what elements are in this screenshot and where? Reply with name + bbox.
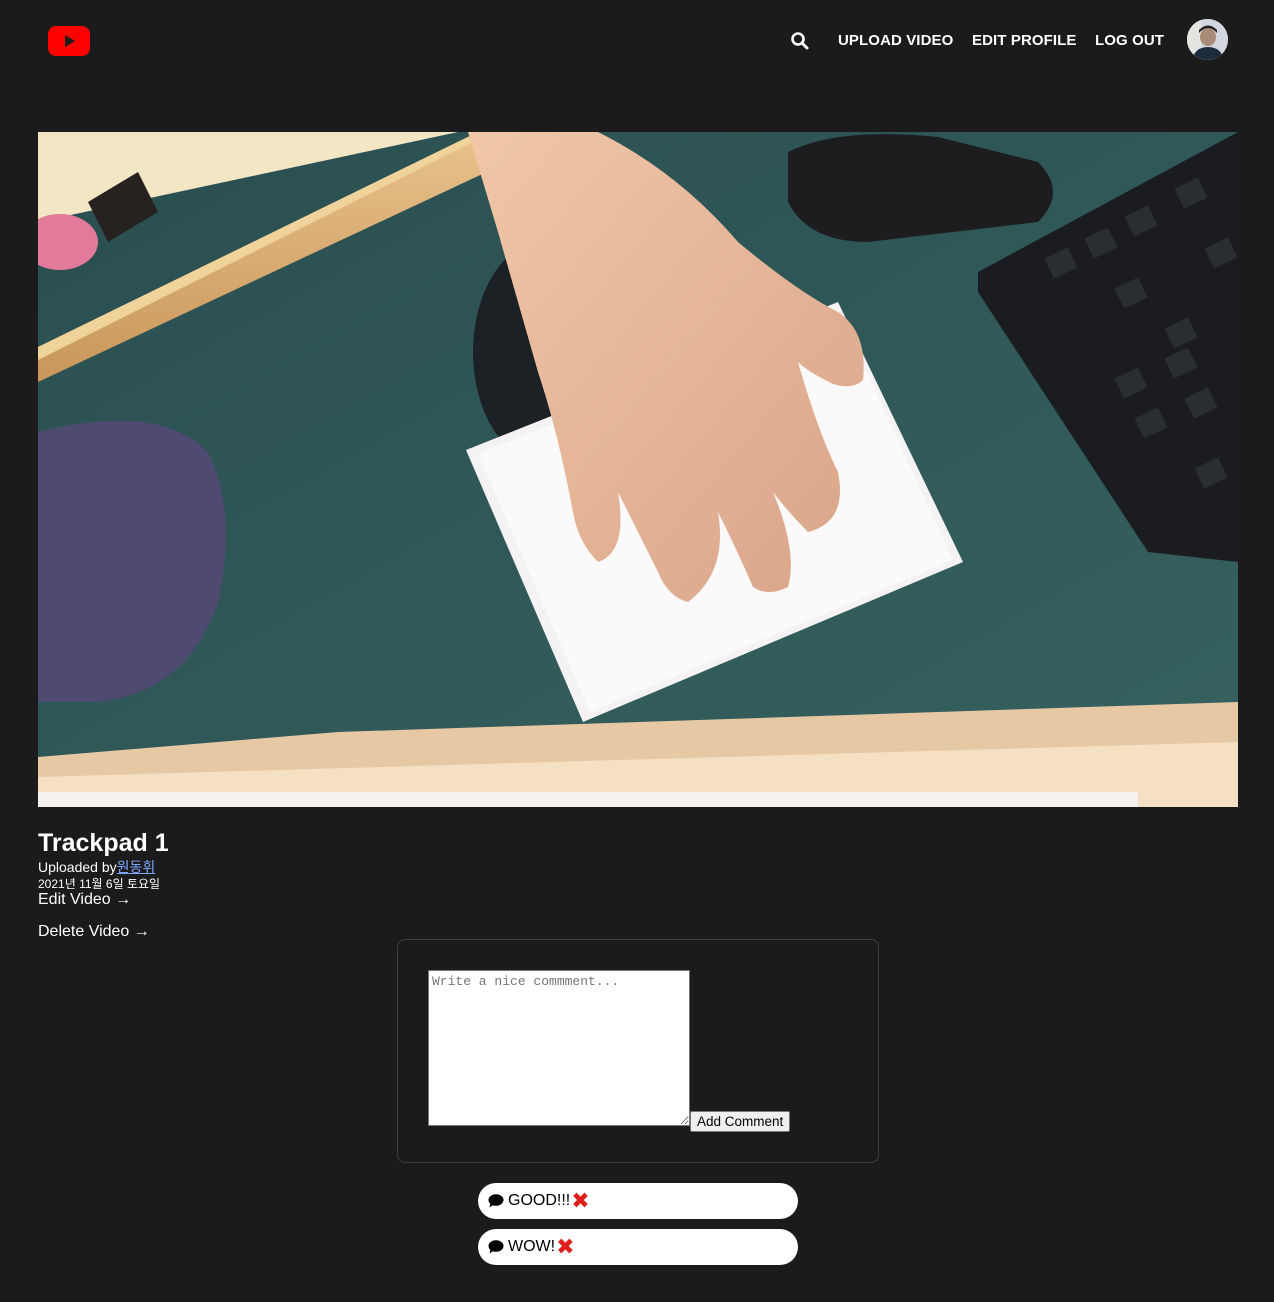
comment-item: GOOD!!! ✖ (478, 1183, 798, 1219)
video-info: Trackpad 1 Uploaded by원동휘 2021년 11월 6일 토… (38, 829, 169, 892)
comment-text: WOW! (508, 1238, 556, 1255)
uploaded-by-prefix: Uploaded by (38, 859, 117, 875)
delete-comment-icon[interactable]: ✖ (571, 1190, 589, 1212)
edit-video-link[interactable]: Edit Video → (38, 891, 131, 909)
speech-bubble-icon (488, 1193, 504, 1209)
log-out-link[interactable]: LOG OUT (1095, 32, 1164, 49)
delete-video-link[interactable]: Delete Video → (38, 923, 150, 941)
video-frame-image (38, 132, 1238, 807)
video-title: Trackpad 1 (38, 829, 169, 857)
upload-date: 2021년 11월 6일 토요일 (38, 877, 161, 891)
delete-comment-icon[interactable]: ✖ (556, 1236, 574, 1258)
user-avatar[interactable] (1187, 19, 1228, 60)
header: UPLOAD VIDEO EDIT PROFILE LOG OUT (0, 0, 1274, 82)
uploader-link[interactable]: 원동휘 (117, 859, 156, 875)
youtube-logo-icon[interactable] (48, 26, 90, 56)
comment-item: WOW! ✖ (478, 1229, 798, 1265)
video-player[interactable] (38, 132, 1238, 807)
edit-profile-link[interactable]: EDIT PROFILE (972, 32, 1077, 49)
uploaded-by: Uploaded by원동휘 (38, 859, 169, 876)
upload-video-link[interactable]: UPLOAD VIDEO (838, 32, 953, 49)
comment-form: Add Comment (397, 939, 879, 1163)
speech-bubble-icon (488, 1239, 504, 1255)
comment-textarea[interactable] (428, 970, 690, 1126)
search-icon[interactable] (790, 31, 810, 51)
comment-text: GOOD!!! (508, 1192, 571, 1209)
add-comment-button[interactable]: Add Comment (690, 1111, 791, 1132)
